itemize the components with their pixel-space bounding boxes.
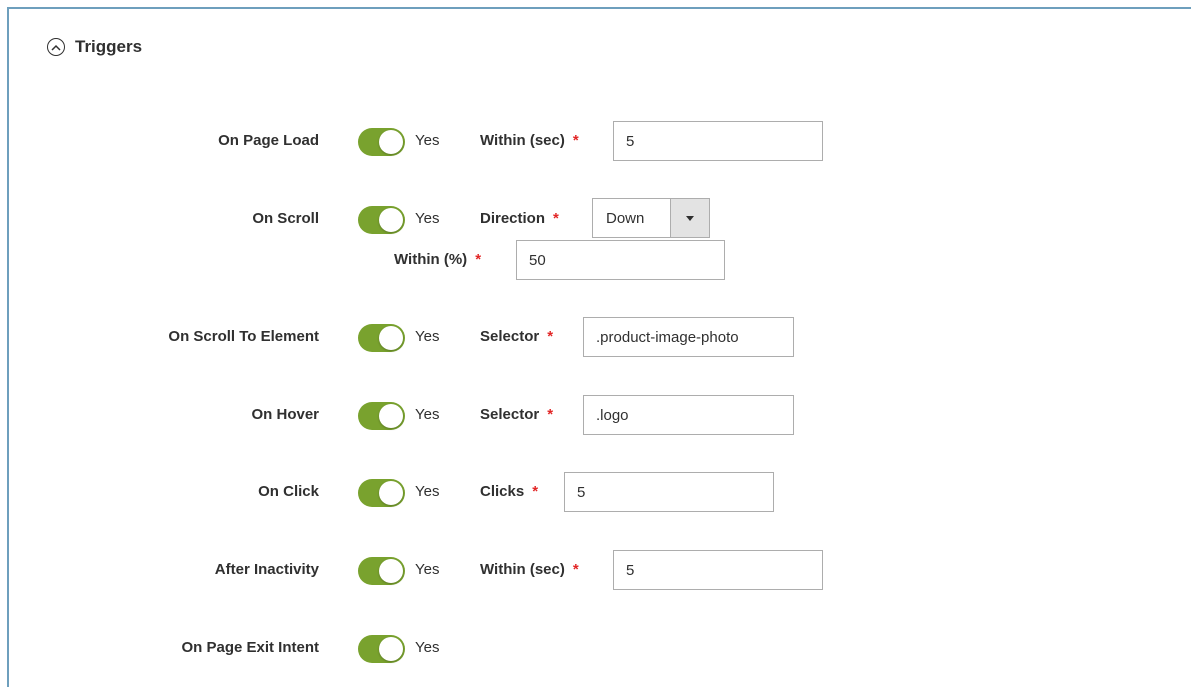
toggle-knob	[379, 208, 403, 232]
clicks-input[interactable]	[564, 472, 774, 512]
trigger-label: After Inactivity	[214, 561, 319, 578]
trigger-row-on-hover: On Hover Yes Selector *	[9, 394, 1193, 436]
toggle-state-text: Yes	[415, 406, 440, 423]
toggle-state-text: Yes	[415, 132, 440, 149]
within-sec-label: Within (sec) *	[480, 132, 579, 149]
trigger-row-on-page-load: On Page Load Yes Within (sec) *	[9, 120, 1193, 162]
page-load-within-sec-input[interactable]	[613, 121, 823, 161]
required-mark: *	[547, 328, 554, 345]
chevron-up-circle-icon[interactable]	[47, 38, 65, 56]
toggle-knob	[379, 404, 403, 428]
toggle-state-text: Yes	[415, 561, 440, 578]
triggers-panel: Triggers On Page Load Yes Within (sec) * …	[7, 7, 1191, 687]
triggers-section-header[interactable]: Triggers	[47, 37, 142, 57]
required-mark: *	[547, 406, 554, 423]
on-hover-toggle[interactable]	[358, 402, 405, 430]
trigger-row-on-scroll-to-element: On Scroll To Element Yes Selector *	[9, 316, 1193, 358]
on-page-load-toggle[interactable]	[358, 128, 405, 156]
on-click-toggle[interactable]	[358, 479, 405, 507]
toggle-state-text: Yes	[415, 328, 440, 345]
direction-label: Direction *	[480, 210, 559, 227]
required-mark: *	[572, 132, 579, 149]
section-title: Triggers	[75, 37, 143, 56]
toggle-state-text: Yes	[415, 210, 440, 227]
chevron-down-icon[interactable]	[670, 199, 709, 237]
trigger-label: On Page Load	[218, 132, 319, 149]
scroll-within-percent-input[interactable]	[516, 240, 725, 280]
toggle-knob	[379, 637, 403, 661]
toggle-knob	[379, 130, 403, 154]
required-mark: *	[572, 561, 579, 578]
trigger-label: On Scroll	[252, 210, 319, 227]
trigger-label: On Hover	[251, 406, 319, 423]
on-scroll-to-element-toggle[interactable]	[358, 324, 405, 352]
inactivity-within-sec-input[interactable]	[613, 550, 823, 590]
trigger-row-on-click: On Click Yes Clicks *	[9, 471, 1193, 513]
selector-label: Selector *	[480, 406, 554, 423]
trigger-label: On Page Exit Intent	[181, 639, 319, 656]
toggle-knob	[379, 326, 403, 350]
toggle-state-text: Yes	[415, 483, 440, 500]
clicks-label: Clicks *	[480, 483, 539, 500]
scroll-direction-select[interactable]: Down	[592, 198, 710, 238]
required-mark: *	[553, 210, 559, 227]
after-inactivity-toggle[interactable]	[358, 557, 405, 585]
hover-selector-input[interactable]	[583, 395, 794, 435]
trigger-label: On Click	[258, 483, 319, 500]
required-mark: *	[475, 251, 482, 268]
select-value: Down	[606, 209, 645, 227]
toggle-state-text: Yes	[415, 639, 440, 656]
within-percent-label: Within (%) *	[394, 251, 482, 268]
required-mark: *	[532, 483, 539, 500]
trigger-row-on-scroll-within: Within (%) *	[9, 239, 1193, 281]
trigger-row-after-inactivity: After Inactivity Yes Within (sec) *	[9, 549, 1193, 591]
within-sec-label: Within (sec) *	[480, 561, 579, 578]
on-page-exit-intent-toggle[interactable]	[358, 635, 405, 663]
toggle-knob	[379, 559, 403, 583]
trigger-row-on-page-exit-intent: On Page Exit Intent Yes	[9, 627, 1193, 669]
toggle-knob	[379, 481, 403, 505]
trigger-label: On Scroll To Element	[168, 328, 319, 345]
selector-label: Selector *	[480, 328, 554, 345]
scroll-to-element-selector-input[interactable]	[583, 317, 794, 357]
trigger-row-on-scroll: On Scroll Yes Direction * Down	[9, 198, 1193, 240]
on-scroll-toggle[interactable]	[358, 206, 405, 234]
